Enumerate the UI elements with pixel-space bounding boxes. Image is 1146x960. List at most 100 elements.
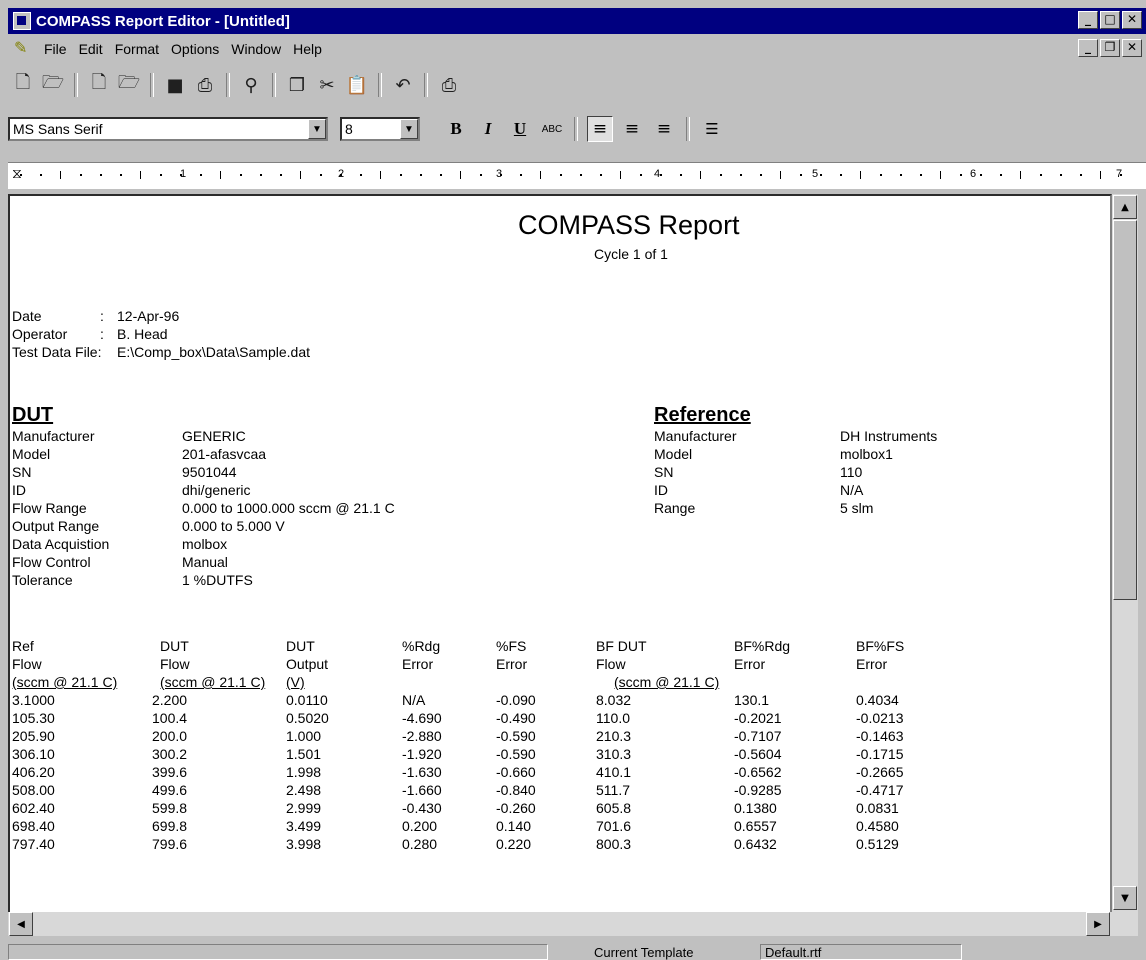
table-header: BF%FS <box>856 638 905 654</box>
toolbar-separator <box>424 73 428 97</box>
bullet-list-icon[interactable]: ☰ <box>699 116 725 142</box>
horizontal-scrollbar[interactable]: ◀ ▶ <box>8 912 1112 936</box>
ruler-tick <box>580 174 582 176</box>
table-cell: -0.660 <box>496 764 536 780</box>
toolbar-separator <box>150 73 154 97</box>
table-cell: -0.5604 <box>734 746 782 762</box>
ruler-tick <box>940 171 941 179</box>
table-cell: 2.999 <box>286 800 322 816</box>
vertical-scrollbar[interactable]: ▲ ▼ <box>1112 194 1138 936</box>
menu-window[interactable]: Window <box>225 41 287 57</box>
table-unit: (V) <box>286 674 305 690</box>
close-button[interactable]: ✕ <box>1122 11 1142 29</box>
table-cell: 300.2 <box>152 746 188 762</box>
menu-bar: ✎ File Edit Format Options Window Help _… <box>8 36 1146 62</box>
cut-icon[interactable]: ✂ <box>314 72 340 98</box>
toolbar-separator <box>272 73 276 97</box>
menu-help[interactable]: Help <box>287 41 328 57</box>
scroll-left-icon[interactable]: ◀ <box>9 912 33 936</box>
menu-file[interactable]: File <box>38 41 73 57</box>
ruler-tick <box>800 174 802 176</box>
app-icon[interactable] <box>13 12 31 30</box>
print-preview-icon[interactable]: ⎙ <box>436 72 462 98</box>
doc-close-button[interactable]: ✕ <box>1122 39 1142 57</box>
size-dropdown-icon[interactable]: ▼ <box>400 119 418 139</box>
new-report-icon[interactable]: 🗋 <box>10 72 36 98</box>
table-cell: 0.220 <box>496 836 532 852</box>
menu-edit[interactable]: Edit <box>73 41 109 57</box>
font-select-value: MS Sans Serif <box>13 121 103 137</box>
table-cell: -0.590 <box>496 728 536 744</box>
strikethrough-icon[interactable]: ABC <box>539 116 565 142</box>
ruler-tick <box>660 174 662 176</box>
open-icon[interactable]: 🗁 <box>40 72 66 98</box>
ruler-tick <box>920 174 922 176</box>
table-cell: -0.1715 <box>856 746 904 762</box>
underline-icon[interactable]: U <box>507 116 533 142</box>
ruler-tick <box>880 174 882 176</box>
ruler-tick <box>640 174 642 176</box>
ruler-tick <box>1040 174 1042 176</box>
reference-field-value: N/A <box>840 482 864 498</box>
table-header: Flow <box>12 656 42 672</box>
table-cell: -0.090 <box>496 692 536 708</box>
table-cell: 699.8 <box>152 818 188 834</box>
ruler-tick <box>760 174 762 176</box>
new-template-icon[interactable]: 🗋 <box>86 72 112 98</box>
scroll-down-icon[interactable]: ▼ <box>1113 886 1137 910</box>
open-template-icon[interactable]: 🗁 <box>116 72 142 98</box>
ruler-tick <box>820 174 822 176</box>
table-cell: 2.498 <box>286 782 322 798</box>
indent-marker-icon[interactable]: ⧖ <box>12 166 22 180</box>
ruler[interactable]: ⧖ 1 2 3 4 5 6 7 <box>8 162 1146 189</box>
italic-icon[interactable]: I <box>475 116 501 142</box>
minimize-button[interactable]: _ <box>1078 11 1098 29</box>
table-cell: -1.630 <box>402 764 442 780</box>
scroll-up-icon[interactable]: ▲ <box>1113 195 1137 219</box>
table-cell: 0.6432 <box>734 836 777 852</box>
reference-field-label: SN <box>654 464 674 480</box>
file-label: Test Data File: <box>12 344 102 360</box>
table-cell: 0.5020 <box>286 710 329 726</box>
align-right-icon[interactable]: ≡ <box>651 116 677 142</box>
copy-icon[interactable]: ❐ <box>284 72 310 98</box>
bold-icon[interactable]: B <box>443 116 469 142</box>
table-header: Ref <box>12 638 34 654</box>
align-center-icon[interactable]: ≡ <box>619 116 645 142</box>
ruler-tick <box>900 174 902 176</box>
doc-minimize-button[interactable]: _ <box>1078 39 1098 57</box>
document-icon[interactable]: ✎ <box>14 40 30 58</box>
menu-options[interactable]: Options <box>165 41 225 57</box>
scroll-right-icon[interactable]: ▶ <box>1086 912 1110 936</box>
table-cell: 3.998 <box>286 836 322 852</box>
save-icon[interactable]: ■ <box>162 72 188 98</box>
align-left-icon[interactable]: ≡ <box>587 116 613 142</box>
table-cell: 511.7 <box>596 782 630 798</box>
colon: : <box>100 308 104 324</box>
table-cell: -4.690 <box>402 710 442 726</box>
table-cell: -0.490 <box>496 710 536 726</box>
menu-format[interactable]: Format <box>109 41 165 57</box>
ruler-tick <box>680 174 682 176</box>
font-dropdown-icon[interactable]: ▼ <box>308 119 326 139</box>
ruler-tick <box>260 174 262 176</box>
undo-icon[interactable]: ↶ <box>390 72 416 98</box>
table-header: DUT <box>286 638 315 654</box>
scroll-thumb[interactable] <box>1113 220 1137 600</box>
table-cell: 210.3 <box>596 728 632 744</box>
print-icon[interactable]: ⎙ <box>192 72 218 98</box>
font-select[interactable]: MS Sans Serif ▼ <box>8 117 328 141</box>
table-header: Error <box>734 656 766 672</box>
find-icon[interactable]: ⚲ <box>238 72 264 98</box>
report-document[interactable]: COMPASS Report Cycle 1 of 1 Date : 12-Ap… <box>8 194 1112 936</box>
ruler-tick <box>380 171 381 179</box>
table-cell: 605.8 <box>596 800 632 816</box>
table-cell: -2.880 <box>402 728 442 744</box>
reference-heading: Reference <box>654 404 751 426</box>
paste-icon[interactable]: 📋 <box>344 72 370 98</box>
ruler-tick <box>300 171 301 179</box>
maximize-button[interactable]: □ <box>1100 11 1120 29</box>
doc-restore-button[interactable]: ❐ <box>1100 39 1120 57</box>
size-select[interactable]: 8 ▼ <box>340 117 420 141</box>
table-header: Error <box>856 656 888 672</box>
